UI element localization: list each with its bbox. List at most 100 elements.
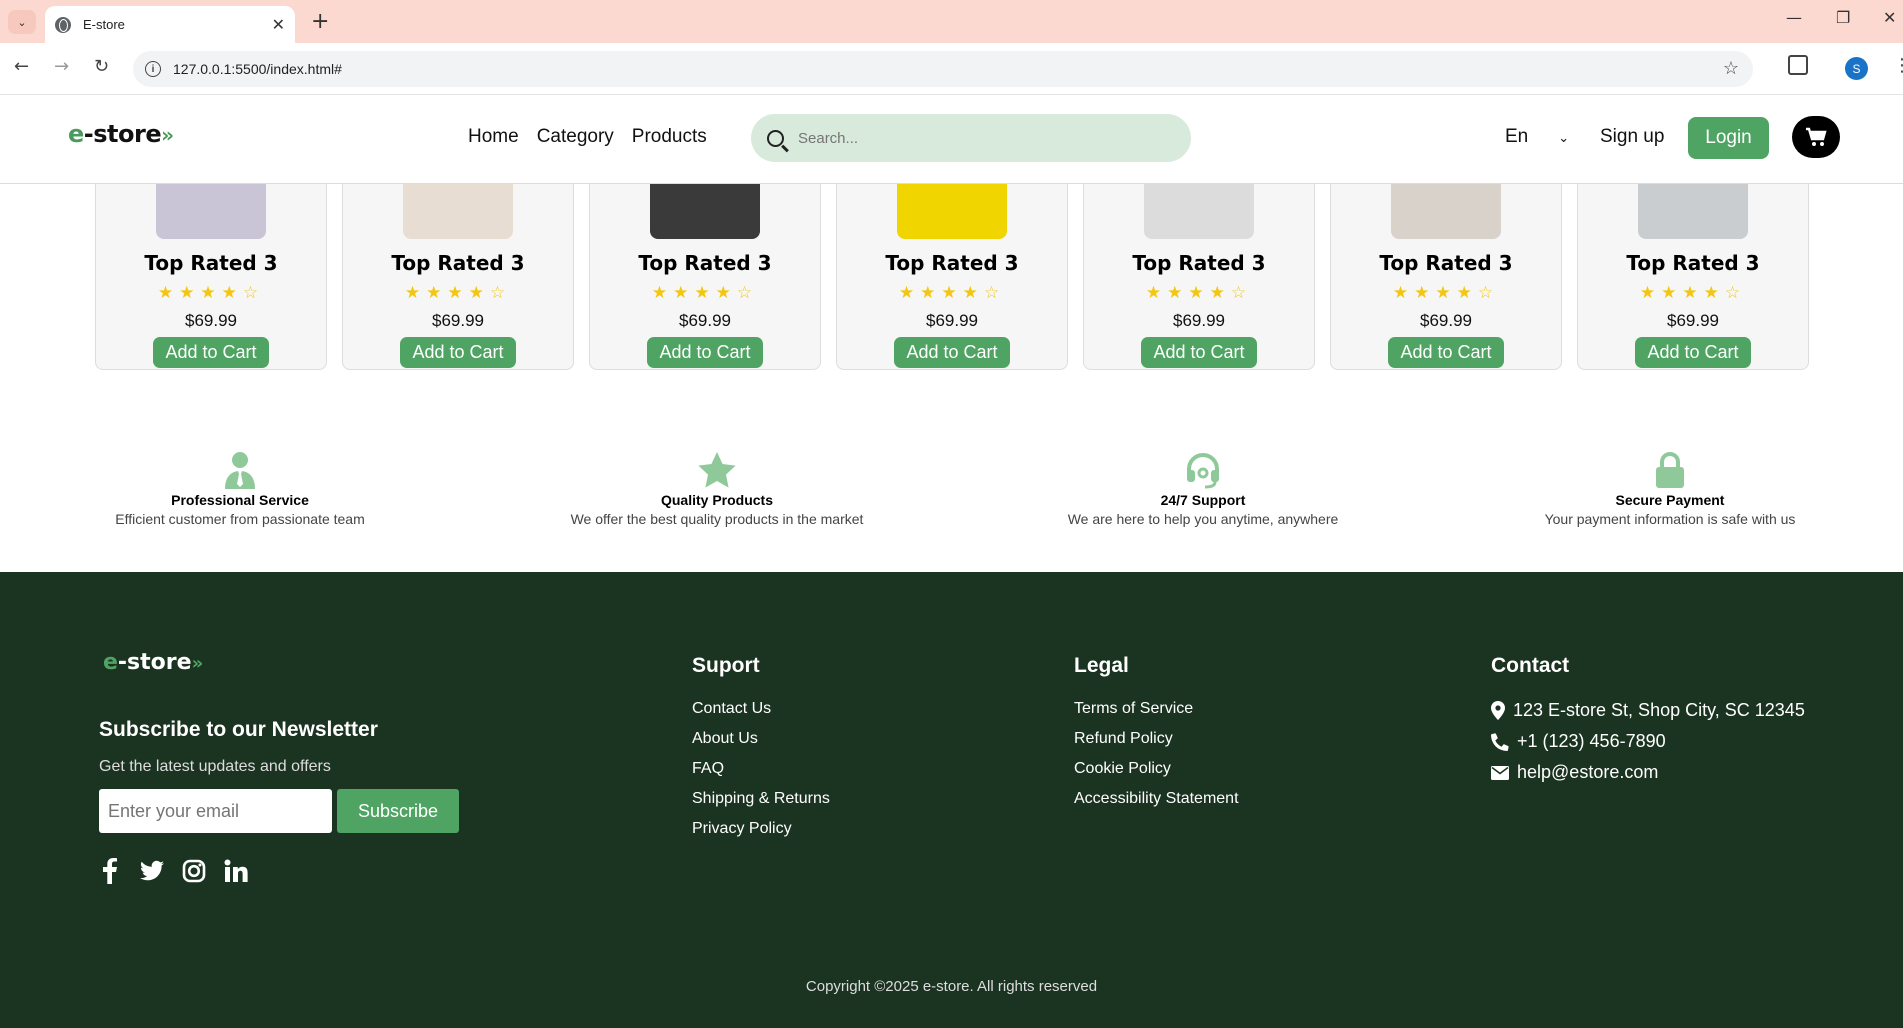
feature-desc: We are here to help you anytime, anywher… (1067, 511, 1339, 527)
signup-link[interactable]: Sign up (1600, 126, 1664, 148)
product-card[interactable]: Top Rated 3 ★★★★☆ $69.99 Add to Cart (95, 174, 327, 370)
globe-icon (55, 16, 71, 33)
footer-link-shipping[interactable]: Shipping & Returns (692, 790, 830, 808)
footer-link-about-us[interactable]: About Us (692, 730, 830, 748)
footer-link-terms[interactable]: Terms of Service (1074, 700, 1239, 718)
nav-home[interactable]: Home (468, 126, 519, 148)
restore-icon[interactable]: ❐ (1836, 8, 1850, 27)
tab-search-dropdown-icon[interactable]: ⌄ (8, 10, 36, 34)
footer-link-refund[interactable]: Refund Policy (1074, 730, 1239, 748)
feature-title: 24/7 Support (1160, 492, 1246, 508)
product-grid: Top Rated 3 ★★★★☆ $69.99 Add to Cart Top Rat… (95, 174, 1811, 386)
feature-title: Professional Service (171, 492, 309, 508)
lock-icon (1647, 450, 1693, 490)
footer-link-privacy[interactable]: Privacy Policy (692, 820, 830, 838)
search-box (751, 114, 1191, 162)
headset-icon (1180, 450, 1226, 490)
forward-icon[interactable]: → (54, 56, 69, 77)
browser-tab-strip: ⌄ E-store ✕ + — ❐ ✕ (0, 0, 1903, 43)
facebook-icon[interactable] (98, 858, 122, 884)
back-icon[interactable]: ← (14, 56, 29, 77)
footer-link-cookie[interactable]: Cookie Policy (1074, 760, 1239, 778)
product-image[interactable] (897, 175, 1007, 239)
address-bar[interactable]: i 127.0.0.1:5500/index.html# ☆ (133, 51, 1753, 87)
product-card[interactable]: Top Rated 3 ★★★★☆ $69.99 Add to Cart (589, 174, 821, 370)
footer-link-faq[interactable]: FAQ (692, 760, 830, 778)
contact-email: help@estore.com (1491, 762, 1805, 783)
product-card[interactable]: Top Rated 3 ★★★★☆ $69.99 Add to Cart (342, 174, 574, 370)
feature-title: Secure Payment (1615, 492, 1725, 508)
add-to-cart-button[interactable]: Add to Cart (1635, 337, 1751, 368)
bookmark-star-icon[interactable]: ☆ (1723, 58, 1739, 79)
add-to-cart-button[interactable]: Add to Cart (1141, 337, 1257, 368)
product-name[interactable]: Top Rated 3 (1379, 251, 1512, 275)
rating-stars: ★★★★☆ (1639, 283, 1747, 303)
nav-products[interactable]: Products (632, 126, 707, 148)
footer-logo[interactable]: e-store» (103, 650, 203, 675)
search-input[interactable] (798, 129, 1138, 147)
rating-stars: ★★★★☆ (651, 283, 759, 303)
instagram-icon[interactable] (182, 858, 206, 884)
add-to-cart-button[interactable]: Add to Cart (153, 337, 269, 368)
product-card[interactable]: Top Rated 3 ★★★★☆ $69.99 Add to Cart (1577, 174, 1809, 370)
add-to-cart-button[interactable]: Add to Cart (647, 337, 763, 368)
tab-title: E-store (83, 17, 125, 32)
linkedin-icon[interactable] (224, 858, 248, 884)
add-to-cart-button[interactable]: Add to Cart (400, 337, 516, 368)
rating-stars: ★★★★☆ (898, 283, 1006, 303)
product-price: $69.99 (1667, 311, 1719, 330)
cart-button[interactable] (1792, 116, 1840, 158)
search-icon[interactable] (767, 129, 784, 147)
language-select[interactable]: En ⌄ (1505, 126, 1569, 148)
legal-heading: Legal (1074, 654, 1129, 677)
login-button[interactable]: Login (1688, 117, 1769, 159)
minimize-icon[interactable]: — (1786, 8, 1802, 27)
subscribe-button[interactable]: Subscribe (337, 789, 459, 833)
feature-item: 24/7 Support We are here to help you any… (1050, 450, 1356, 527)
legal-column: Legal Terms of Service Refund Policy Coo… (1074, 654, 1239, 820)
site-header: e-store» Home Category Products En ⌄ Sig… (0, 96, 1903, 184)
profile-avatar[interactable]: S (1845, 57, 1868, 80)
phone-icon (1491, 732, 1509, 751)
product-card[interactable]: Top Rated 3 ★★★★☆ $69.99 Add to Cart (1083, 174, 1315, 370)
close-icon[interactable]: ✕ (272, 15, 285, 35)
newsletter-subtitle: Get the latest updates and offers (99, 758, 331, 775)
product-image[interactable] (1391, 175, 1501, 239)
product-image[interactable] (650, 175, 760, 239)
extensions-icon[interactable] (1788, 55, 1808, 75)
browser-tab[interactable]: E-store ✕ (45, 6, 295, 43)
product-price: $69.99 (185, 311, 237, 330)
site-info-icon[interactable]: i (145, 61, 161, 77)
product-card[interactable]: Top Rated 3 ★★★★☆ $69.99 Add to Cart (1330, 174, 1562, 370)
window-close-icon[interactable]: ✕ (1883, 8, 1896, 27)
product-name[interactable]: Top Rated 3 (1132, 251, 1265, 275)
product-card[interactable]: Top Rated 3 ★★★★☆ $69.99 Add to Cart (836, 174, 1068, 370)
new-tab-icon[interactable]: + (311, 9, 329, 34)
footer-link-contact-us[interactable]: Contact Us (692, 700, 830, 718)
product-image[interactable] (1638, 175, 1748, 239)
product-name[interactable]: Top Rated 3 (638, 251, 771, 275)
nav-category[interactable]: Category (537, 126, 614, 148)
product-name[interactable]: Top Rated 3 (1626, 251, 1759, 275)
main-nav: Home Category Products (468, 126, 707, 148)
reload-icon[interactable]: ↻ (94, 56, 109, 77)
product-name[interactable]: Top Rated 3 (144, 251, 277, 275)
map-pin-icon (1491, 701, 1505, 720)
product-image[interactable] (403, 175, 513, 239)
copyright: Copyright ©2025 e-store. All rights rese… (805, 978, 1098, 995)
browser-toolbar: ← → ↻ i 127.0.0.1:5500/index.html# ☆ S ⋮ (0, 43, 1903, 95)
add-to-cart-button[interactable]: Add to Cart (1388, 337, 1504, 368)
feature-desc: We offer the best quality products in th… (570, 511, 864, 527)
footer-link-accessibility[interactable]: Accessibility Statement (1074, 790, 1239, 808)
product-name[interactable]: Top Rated 3 (885, 251, 1018, 275)
product-price: $69.99 (926, 311, 978, 330)
product-name[interactable]: Top Rated 3 (391, 251, 524, 275)
product-image[interactable] (1144, 175, 1254, 239)
email-field[interactable] (99, 789, 332, 833)
product-image[interactable] (156, 175, 266, 239)
browser-menu-icon[interactable]: ⋮ (1893, 55, 1903, 76)
twitter-icon[interactable] (140, 858, 164, 884)
logo[interactable]: e-store» (68, 120, 174, 148)
product-price: $69.99 (432, 311, 484, 330)
add-to-cart-button[interactable]: Add to Cart (894, 337, 1010, 368)
